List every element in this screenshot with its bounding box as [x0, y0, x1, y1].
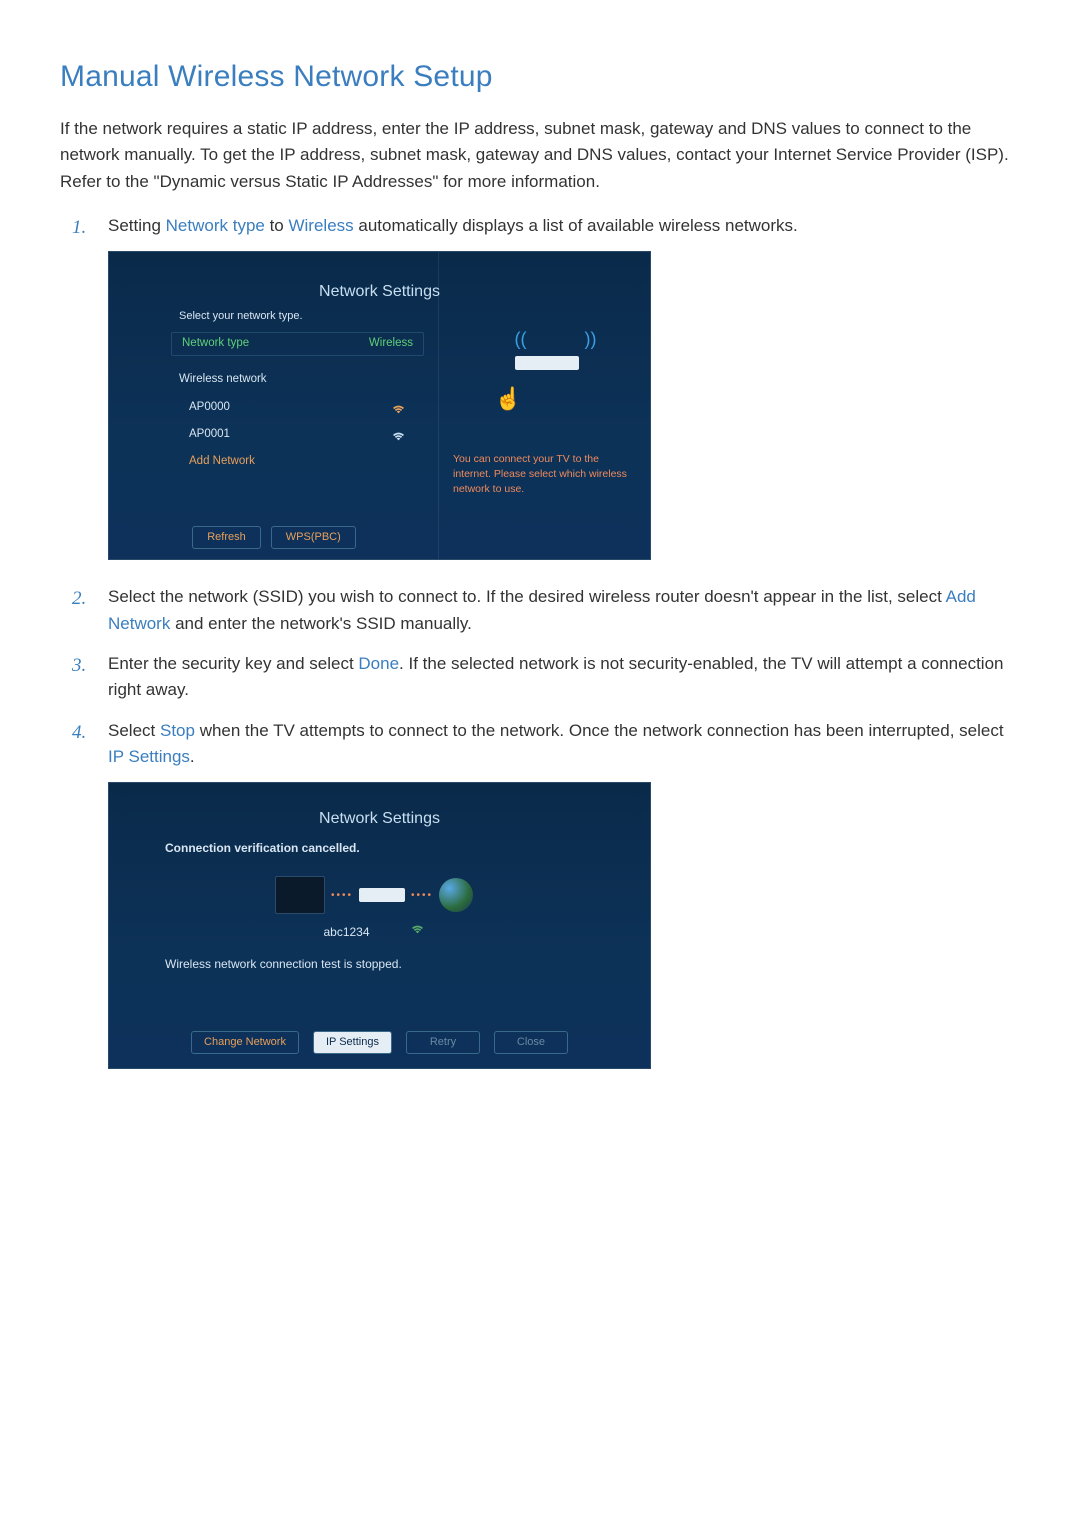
keyword-network-type: Network type	[166, 216, 265, 235]
wifi-item-ap0001[interactable]: AP0001	[171, 423, 424, 447]
network-type-row[interactable]: Network type Wireless	[171, 332, 424, 356]
intro-paragraph: If the network requires a static IP addr…	[60, 116, 1020, 195]
step-4-text-a: Select	[108, 721, 160, 740]
step-4: Select Stop when the TV attempts to conn…	[72, 718, 1020, 1070]
router-icon	[515, 356, 579, 370]
step-4-text-c: .	[190, 747, 195, 766]
step-2: Select the network (SSID) you wish to co…	[72, 584, 1020, 637]
retry-button[interactable]: Retry	[406, 1031, 480, 1054]
signal-right-icon: ))	[585, 326, 597, 354]
refresh-button[interactable]: Refresh	[192, 526, 261, 549]
screenshot-network-selection: Network Settings Select your network typ…	[108, 251, 651, 560]
keyword-ip-settings: IP Settings	[108, 747, 190, 766]
wps-pbc-button[interactable]: WPS(PBC)	[271, 526, 356, 549]
stopped-message: Wireless network connection test is stop…	[165, 955, 402, 974]
ip-settings-button[interactable]: IP Settings	[313, 1031, 392, 1054]
step-1-text-b: to	[265, 216, 289, 235]
step-4-text-b: when the TV attempts to connect to the n…	[195, 721, 1004, 740]
connection-diagram: •••• ••••	[269, 865, 479, 925]
dialog-side-description: You can connect your TV to the internet.…	[453, 452, 636, 496]
keyword-wireless: Wireless	[288, 216, 353, 235]
globe-icon	[439, 878, 473, 912]
signal-left-icon: ((	[515, 326, 527, 354]
step-1: Setting Network type to Wireless automat…	[72, 213, 1020, 560]
hand-icon: ☝	[495, 382, 522, 416]
add-network-label: Add Network	[189, 453, 255, 471]
dialog-title-2: Network Settings	[109, 807, 650, 832]
screenshot-connection-cancelled: Network Settings Connection verification…	[108, 782, 651, 1069]
wifi-secure-icon	[391, 403, 406, 414]
step-1-text-a: Setting	[108, 216, 166, 235]
keyword-done: Done	[358, 654, 399, 673]
close-button[interactable]: Close	[494, 1031, 568, 1054]
connection-dots-1: ••••	[331, 888, 353, 904]
step-3: Enter the security key and select Done. …	[72, 651, 1020, 704]
connection-illustration: (( )) ☝	[475, 312, 615, 412]
wifi-status-icon	[410, 923, 425, 934]
add-network-item[interactable]: Add Network	[171, 450, 424, 474]
step-2-text-a: Select the network (SSID) you wish to co…	[108, 587, 946, 606]
step-3-text-a: Enter the security key and select	[108, 654, 358, 673]
tv-icon	[275, 876, 325, 914]
step-1-text-c: automatically displays a list of availab…	[354, 216, 798, 235]
cancelled-message: Connection verification cancelled.	[165, 839, 360, 858]
dialog-hint: Select your network type.	[179, 308, 303, 325]
wifi-ssid-ap0001: AP0001	[189, 426, 230, 444]
network-type-value: Wireless	[369, 335, 413, 353]
wifi-icon	[391, 430, 406, 441]
connection-dots-2: ••••	[411, 888, 433, 904]
wifi-item-ap0000[interactable]: AP0000	[171, 396, 424, 420]
keyword-stop: Stop	[160, 721, 195, 740]
network-type-label: Network type	[182, 335, 249, 353]
wifi-ssid-ap0000: AP0000	[189, 399, 230, 417]
change-network-button[interactable]: Change Network	[191, 1031, 299, 1054]
page-title: Manual Wireless Network Setup	[60, 60, 1020, 94]
router-icon-2	[359, 888, 405, 902]
wireless-network-section-label: Wireless network	[179, 368, 267, 392]
step-2-text-b: and enter the network's SSID manually.	[170, 614, 472, 633]
connected-ssid: abc1234	[323, 923, 369, 942]
